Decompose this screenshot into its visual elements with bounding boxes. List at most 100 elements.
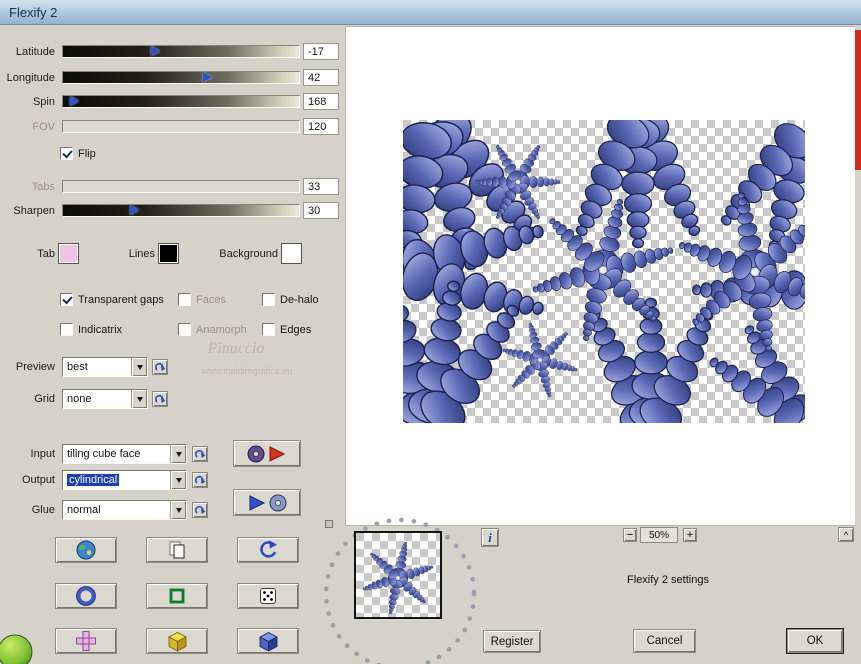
background-swatch-label: Background — [219, 248, 278, 260]
frame-button[interactable] — [146, 583, 208, 609]
checkbox-box — [60, 147, 73, 160]
fov-label: FOV — [32, 121, 55, 133]
spin-slider[interactable] — [62, 95, 300, 108]
fov-value[interactable]: 120 — [303, 118, 339, 135]
flip-label: Flip — [78, 147, 96, 160]
preview-image — [403, 120, 805, 423]
flexify-dialog: Flexify 2 Latitude -17 Longitude 42 Spin… — [0, 0, 861, 664]
longitude-label: Longitude — [6, 72, 55, 84]
indicatrix-checkbox[interactable]: Indicatrix — [60, 323, 122, 336]
preview-cycle-button[interactable] — [152, 359, 168, 375]
register-button[interactable]: Register — [483, 630, 541, 653]
globe-button[interactable] — [55, 537, 117, 563]
checkbox-label: Edges — [280, 323, 312, 336]
cube-button[interactable] — [146, 628, 208, 654]
input-cycle-button[interactable] — [192, 446, 208, 462]
sharpen-label: Sharpen — [13, 205, 55, 217]
output-select[interactable]: cylindrical — [62, 470, 187, 490]
spin-value[interactable]: 168 — [303, 93, 339, 110]
checkbox-box — [262, 323, 275, 336]
info-icon: i — [488, 529, 492, 545]
undo-arrow-icon — [260, 540, 277, 558]
slider-thumb[interactable] — [70, 96, 80, 106]
ring-button[interactable] — [55, 583, 117, 609]
thumbnail-image — [356, 533, 440, 617]
flip-checkbox[interactable]: Flip — [60, 147, 96, 160]
blue-cube-icon — [258, 631, 278, 652]
sharpen-slider[interactable] — [62, 204, 300, 217]
prism-button[interactable] — [237, 628, 299, 654]
preview-select-label: Preview — [15, 361, 55, 373]
latitude-value[interactable]: -17 — [303, 43, 339, 60]
input-select[interactable]: tiling cube face — [62, 444, 187, 464]
glue-cycle-button[interactable] — [192, 502, 208, 518]
disc-play-button[interactable] — [233, 440, 301, 467]
background-color-swatch[interactable] — [281, 243, 302, 264]
latitude-slider[interactable] — [62, 45, 300, 58]
watermark-url: www.maidiregrafica.eu — [201, 366, 293, 376]
caret-up-icon: ^ — [843, 529, 849, 540]
checkbox-label: Indicatrix — [78, 323, 123, 336]
anamorph-checkbox[interactable]: Anamorph — [178, 323, 247, 336]
undo-button[interactable] — [237, 537, 299, 563]
longitude-value[interactable]: 42 — [303, 69, 339, 86]
chevron-down-icon[interactable] — [170, 471, 186, 489]
checkbox-box — [60, 323, 73, 336]
checkbox-box — [60, 293, 73, 306]
yellow-cube-icon — [167, 631, 187, 652]
cancel-label: Cancel — [646, 635, 683, 647]
chevron-down-icon[interactable] — [170, 445, 186, 463]
collapse-button[interactable]: ^ — [838, 527, 854, 542]
tab-swatch-label: Tab — [37, 248, 55, 260]
ok-button[interactable]: OK — [787, 629, 843, 653]
register-label: Register — [490, 635, 534, 648]
slider-thumb[interactable] — [151, 46, 161, 56]
grid-select-label: Grid — [34, 393, 55, 405]
cross-unfold-button[interactable] — [55, 628, 117, 654]
faces-checkbox[interactable]: Faces — [178, 293, 226, 306]
input-select-label: Input — [30, 448, 55, 460]
play-disc-button[interactable] — [233, 489, 301, 516]
grid-select[interactable]: none — [62, 389, 148, 409]
checkbox-label: De-halo — [280, 293, 319, 306]
glue-select[interactable]: normal — [62, 500, 187, 520]
duplicate-button[interactable] — [146, 537, 208, 563]
preview-select[interactable]: best — [62, 357, 148, 377]
transparent-gaps-checkbox[interactable]: Transparent gaps — [60, 293, 164, 306]
longitude-slider[interactable] — [62, 71, 300, 84]
titlebar[interactable]: Flexify 2 — [0, 0, 861, 25]
chevron-down-icon[interactable] — [170, 501, 186, 519]
random-dice-button[interactable] — [237, 583, 299, 609]
settings-caption: Flexify 2 settings — [627, 574, 709, 586]
window-title: Flexify 2 — [9, 4, 58, 20]
dice-icon — [260, 588, 276, 604]
de-halo-checkbox[interactable]: De-halo — [262, 293, 319, 306]
checkbox-label: Anamorph — [196, 323, 247, 336]
pages-icon — [169, 541, 185, 559]
checkbox-label: Faces — [196, 293, 226, 306]
result-thumbnail[interactable] — [354, 531, 442, 619]
chevron-down-icon[interactable] — [131, 358, 147, 376]
tab-color-swatch[interactable] — [58, 243, 79, 264]
pink-cross-icon — [76, 631, 96, 651]
slider-thumb[interactable] — [202, 72, 212, 82]
input-select-value: tiling cube face — [67, 448, 141, 460]
zoom-in-button[interactable]: + — [683, 528, 697, 542]
cancel-button[interactable]: Cancel — [633, 629, 696, 653]
lines-color-swatch[interactable] — [158, 243, 179, 264]
slider-thumb[interactable] — [129, 205, 139, 215]
sharpen-value[interactable]: 30 — [303, 202, 339, 219]
grid-cycle-button[interactable] — [152, 391, 168, 407]
checkbox-box — [178, 323, 191, 336]
info-button[interactable]: i — [481, 528, 499, 547]
red-edge-stripe — [855, 30, 861, 170]
edges-checkbox[interactable]: Edges — [262, 323, 311, 336]
tabs-value[interactable]: 33 — [303, 178, 339, 195]
tabs-label: Tabs — [31, 181, 55, 193]
zoom-out-button[interactable]: − — [623, 528, 637, 542]
dial-handle[interactable] — [325, 520, 333, 528]
output-cycle-button[interactable] — [192, 472, 208, 488]
checkbox-box — [178, 293, 191, 306]
chevron-down-icon[interactable] — [131, 390, 147, 408]
fov-slider — [62, 120, 300, 133]
